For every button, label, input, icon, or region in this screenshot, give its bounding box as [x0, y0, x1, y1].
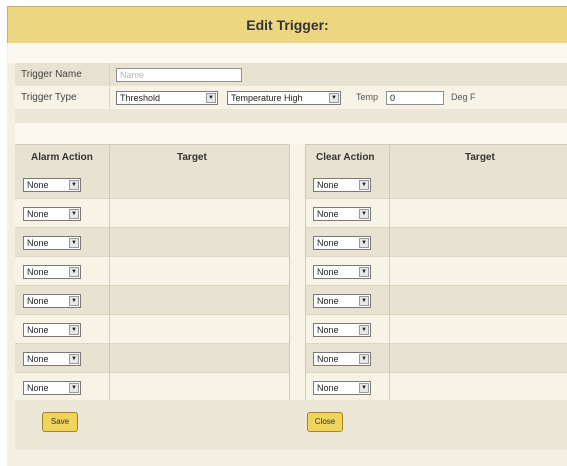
trigger-type-value: Threshold — [120, 93, 161, 103]
column-gap — [289, 144, 305, 400]
clear-target-cell[interactable] — [390, 257, 567, 285]
chevron-down-icon: ▼ — [69, 267, 79, 277]
clear-target-cell[interactable] — [390, 170, 567, 198]
alarm-target-cell[interactable] — [110, 315, 289, 343]
row-divider — [109, 63, 110, 86]
chevron-down-icon: ▼ — [69, 354, 79, 364]
unit-label: Deg F — [451, 92, 476, 102]
chevron-down-icon: ▼ — [69, 325, 79, 335]
alarm-action-select[interactable]: None ▼ — [23, 294, 81, 308]
clear-action-select-value: None — [317, 209, 339, 219]
clear-action-select[interactable]: None ▼ — [313, 236, 371, 250]
clear-action-select[interactable]: None ▼ — [313, 178, 371, 192]
clear-action-select-value: None — [317, 180, 339, 190]
chevron-down-icon: ▼ — [359, 383, 369, 393]
alarm-action-header: Alarm Action — [31, 152, 93, 163]
chevron-down-icon: ▼ — [69, 209, 79, 219]
clear-action-select[interactable]: None ▼ — [313, 207, 371, 221]
alarm-action-select-value: None — [27, 180, 49, 190]
alarm-action-select-value: None — [27, 238, 49, 248]
close-button[interactable]: Close — [307, 412, 343, 432]
alarm-target-cell[interactable] — [110, 373, 289, 401]
clear-action-header: Clear Action — [316, 152, 375, 163]
trigger-name-input[interactable]: Name — [116, 68, 242, 82]
title-spacer — [8, 43, 567, 63]
chevron-down-icon: ▼ — [69, 238, 79, 248]
alarm-action-select[interactable]: None ▼ — [23, 381, 81, 395]
form-spacer — [15, 109, 567, 123]
clear-target-cell[interactable] — [390, 373, 567, 401]
chevron-down-icon: ▼ — [359, 267, 369, 277]
temp-input[interactable]: 0 — [386, 91, 444, 105]
alarm-action-select[interactable]: None ▼ — [23, 236, 81, 250]
form-spacer — [15, 123, 567, 144]
column-divider — [305, 144, 306, 400]
clear-target-cell[interactable] — [390, 228, 567, 256]
clear-action-select[interactable]: None ▼ — [313, 265, 371, 279]
clear-target-cell[interactable] — [390, 286, 567, 314]
clear-target-cell[interactable] — [390, 344, 567, 372]
clear-target-header: Target — [465, 152, 495, 163]
condition-select[interactable]: Temperature High ▼ — [227, 91, 341, 105]
chevron-down-icon: ▼ — [359, 296, 369, 306]
clear-action-select[interactable]: None ▼ — [313, 294, 371, 308]
alarm-target-cell[interactable] — [110, 199, 289, 227]
clear-action-select-value: None — [317, 267, 339, 277]
chevron-down-icon: ▼ — [359, 209, 369, 219]
clear-target-cell[interactable] — [390, 315, 567, 343]
clear-action-select-value: None — [317, 383, 339, 393]
panel-title: Edit Trigger: — [7, 6, 567, 43]
chevron-down-icon: ▼ — [69, 296, 79, 306]
alarm-target-cell[interactable] — [110, 257, 289, 285]
column-divider — [109, 144, 110, 400]
chevron-down-icon: ▼ — [359, 354, 369, 364]
alarm-action-select[interactable]: None ▼ — [23, 265, 81, 279]
clear-action-select[interactable]: None ▼ — [313, 381, 371, 395]
alarm-action-select[interactable]: None ▼ — [23, 323, 81, 337]
clear-action-select-value: None — [317, 296, 339, 306]
trigger-name-row: Trigger Name Name — [15, 63, 567, 86]
condition-value: Temperature High — [231, 93, 303, 103]
alarm-action-select[interactable]: None ▼ — [23, 178, 81, 192]
button-row: Save Close — [15, 400, 567, 450]
alarm-action-select-value: None — [27, 267, 49, 277]
trigger-type-row: Trigger Type Threshold ▼ Temperature Hig… — [15, 86, 567, 109]
alarm-action-select[interactable]: None ▼ — [23, 352, 81, 366]
alarm-target-cell[interactable] — [110, 286, 289, 314]
trigger-type-label: Trigger Type — [21, 92, 77, 103]
alarm-target-header: Target — [177, 152, 207, 163]
clear-action-select[interactable]: None ▼ — [313, 323, 371, 337]
alarm-action-select[interactable]: None ▼ — [23, 207, 81, 221]
column-divider — [289, 144, 290, 400]
chevron-down-icon: ▼ — [359, 180, 369, 190]
row-divider — [109, 86, 110, 109]
column-divider — [389, 144, 390, 400]
chevron-down-icon: ▼ — [69, 180, 79, 190]
trigger-type-select[interactable]: Threshold ▼ — [116, 91, 218, 105]
chevron-down-icon: ▼ — [329, 93, 339, 103]
alarm-action-select-value: None — [27, 209, 49, 219]
chevron-down-icon: ▼ — [206, 93, 216, 103]
clear-action-select-value: None — [317, 238, 339, 248]
clear-action-select-value: None — [317, 325, 339, 335]
trigger-name-label: Trigger Name — [21, 69, 82, 80]
clear-action-select[interactable]: None ▼ — [313, 352, 371, 366]
chevron-down-icon: ▼ — [69, 383, 79, 393]
clear-target-cell[interactable] — [390, 199, 567, 227]
alarm-target-cell[interactable] — [110, 170, 289, 198]
alarm-action-select-value: None — [27, 383, 49, 393]
alarm-target-cell[interactable] — [110, 228, 289, 256]
save-button[interactable]: Save — [42, 412, 78, 432]
temp-label: Temp — [356, 92, 379, 102]
alarm-action-select-value: None — [27, 354, 49, 364]
alarm-target-cell[interactable] — [110, 344, 289, 372]
alarm-action-select-value: None — [27, 296, 49, 306]
clear-action-select-value: None — [317, 354, 339, 364]
chevron-down-icon: ▼ — [359, 325, 369, 335]
alarm-action-select-value: None — [27, 325, 49, 335]
chevron-down-icon: ▼ — [359, 238, 369, 248]
